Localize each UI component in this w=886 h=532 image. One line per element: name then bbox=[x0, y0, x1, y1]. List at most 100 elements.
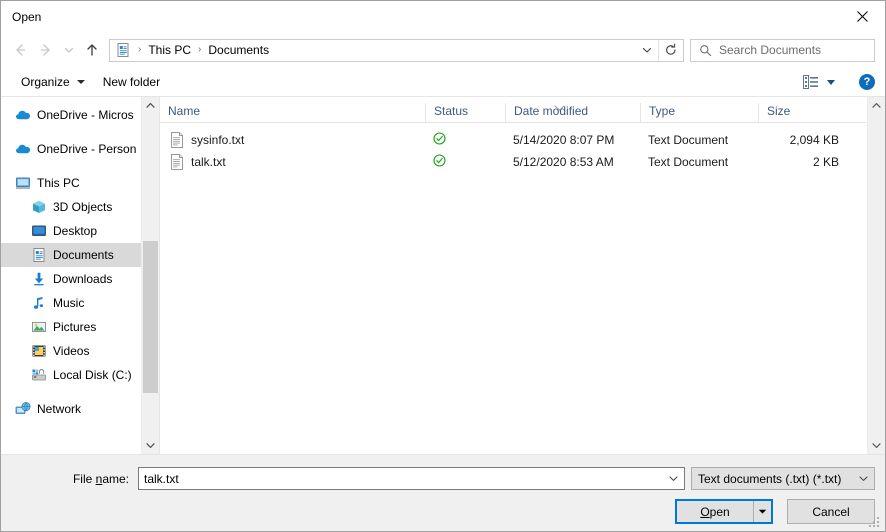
sidebar-item-onedrive-microsoft[interactable]: OneDrive - Micros bbox=[1, 103, 141, 127]
open-dropdown-button[interactable] bbox=[754, 501, 771, 522]
sidebar-scroll-down-button[interactable] bbox=[142, 437, 159, 454]
file-status-cell bbox=[425, 154, 505, 170]
table-row[interactable]: talk.txt 5/12/2020 8:53 AM Text Doc bbox=[160, 151, 867, 173]
arrow-right-icon bbox=[38, 42, 54, 58]
videos-icon bbox=[31, 343, 47, 359]
chevron-up-icon bbox=[146, 102, 155, 109]
open-file-dialog: Open bbox=[0, 0, 886, 532]
file-rows: sysinfo.txt 5/14/2020 8:07 PM Text bbox=[160, 123, 867, 454]
help-icon: ? bbox=[864, 77, 871, 88]
breadcrumb-item-this-pc[interactable]: This PC bbox=[145, 43, 194, 57]
resize-grip-icon[interactable] bbox=[869, 515, 881, 527]
sidebar-scroll-up-button[interactable] bbox=[142, 97, 159, 114]
sidebar-item-music[interactable]: Music bbox=[1, 291, 141, 315]
sidebar-item-label: Documents bbox=[53, 248, 114, 262]
sidebar-item-network[interactable]: Network bbox=[1, 397, 141, 421]
organize-button[interactable]: Organize bbox=[15, 72, 91, 92]
sidebar-list: OneDrive - Micros OneDrive - Person bbox=[1, 97, 141, 454]
sidebar-item-label: 3D Objects bbox=[53, 200, 112, 214]
file-date-modified-cell: 5/12/2020 8:53 AM bbox=[505, 155, 640, 169]
sidebar-scroll-thumb[interactable] bbox=[143, 241, 158, 393]
refresh-button[interactable] bbox=[658, 40, 683, 61]
column-header-label: Date modified bbox=[514, 104, 588, 118]
breadcrumb-separator: › bbox=[134, 45, 145, 55]
column-headers: Name Status Date modified Type Size bbox=[160, 97, 867, 123]
file-size-cell: 2 KB bbox=[758, 155, 851, 169]
sidebar-scroll-track[interactable] bbox=[142, 114, 159, 437]
recent-locations-button[interactable] bbox=[59, 37, 79, 63]
sidebar-item-local-disk-c[interactable]: Local Disk (C:) bbox=[1, 363, 141, 387]
sidebar-item-this-pc[interactable]: This PC bbox=[1, 171, 141, 195]
file-type-cell: Text Document bbox=[640, 155, 758, 169]
file-name-input-wrapper[interactable] bbox=[138, 467, 685, 490]
file-type-cell: Text Document bbox=[640, 133, 758, 147]
file-list-scroll-down-button[interactable] bbox=[868, 437, 885, 454]
file-name-dropdown-button[interactable] bbox=[663, 468, 684, 489]
open-button[interactable]: Open bbox=[677, 501, 754, 522]
file-list-scroll-up-button[interactable] bbox=[868, 97, 885, 114]
sidebar-gap bbox=[1, 127, 141, 137]
address-bar[interactable]: › This PC › Documents bbox=[109, 39, 684, 62]
refresh-icon bbox=[664, 43, 678, 57]
chevron-down-icon bbox=[872, 442, 881, 449]
cancel-button[interactable]: Cancel bbox=[787, 499, 875, 524]
breadcrumb-item-documents[interactable]: Documents bbox=[205, 43, 272, 57]
address-dropdown-button[interactable] bbox=[636, 40, 658, 61]
forward-button[interactable] bbox=[33, 37, 59, 63]
sidebar-item-desktop[interactable]: Desktop bbox=[1, 219, 141, 243]
file-type-filter-select[interactable]: Text documents (.txt) (*.txt) bbox=[691, 467, 875, 490]
local-disk-icon bbox=[31, 367, 47, 383]
open-button-group[interactable]: Open bbox=[675, 499, 773, 524]
chevron-down-icon bbox=[668, 473, 679, 484]
toolbar: Organize New folder ? bbox=[1, 68, 885, 97]
column-header-size[interactable]: Size bbox=[758, 103, 851, 122]
network-icon bbox=[15, 401, 31, 417]
file-name-cell[interactable]: talk.txt bbox=[160, 154, 425, 170]
sidebar-item-label: Desktop bbox=[53, 224, 97, 238]
search-input[interactable]: Search Documents bbox=[719, 43, 821, 57]
column-header-name[interactable]: Name bbox=[160, 103, 425, 122]
sidebar-item-documents[interactable]: Documents bbox=[1, 243, 141, 267]
column-header-status[interactable]: Status bbox=[425, 103, 505, 122]
3d-objects-icon bbox=[31, 199, 47, 215]
column-header-date-modified[interactable]: Date modified bbox=[505, 103, 640, 122]
chevron-down-icon bbox=[827, 80, 835, 85]
column-header-type[interactable]: Type bbox=[640, 103, 758, 122]
window-title: Open bbox=[1, 10, 41, 24]
file-name-label: sysinfo.txt bbox=[191, 133, 244, 147]
toolbar-right-group: ? bbox=[799, 73, 875, 91]
available-check-icon bbox=[433, 132, 446, 148]
back-button[interactable] bbox=[7, 37, 33, 63]
sidebar-item-onedrive-personal[interactable]: OneDrive - Person bbox=[1, 137, 141, 161]
sidebar-scrollbar[interactable] bbox=[141, 97, 159, 454]
close-button[interactable] bbox=[839, 1, 885, 31]
table-row[interactable]: sysinfo.txt 5/14/2020 8:07 PM Text bbox=[160, 129, 867, 151]
onedrive-cloud-icon bbox=[15, 107, 31, 123]
title-bar: Open bbox=[1, 1, 885, 32]
sidebar-item-label: Downloads bbox=[53, 272, 112, 286]
file-name-cell[interactable]: sysinfo.txt bbox=[160, 132, 425, 148]
up-button[interactable] bbox=[79, 37, 105, 63]
sort-indicator-icon bbox=[554, 104, 565, 113]
file-name-row: File name: Text documents (.txt) (*.txt) bbox=[1, 455, 885, 490]
sidebar-item-label: OneDrive - Micros bbox=[37, 108, 134, 122]
new-folder-button[interactable]: New folder bbox=[97, 72, 166, 92]
chevron-down-icon bbox=[641, 44, 653, 56]
close-icon bbox=[857, 11, 868, 22]
sidebar-item-downloads[interactable]: Downloads bbox=[1, 267, 141, 291]
organize-label: Organize bbox=[21, 75, 70, 89]
change-view-button[interactable] bbox=[799, 73, 839, 91]
text-file-icon bbox=[170, 154, 184, 170]
search-box[interactable]: Search Documents bbox=[690, 39, 875, 62]
sidebar-item-pictures[interactable]: Pictures bbox=[1, 315, 141, 339]
sidebar-item-label: OneDrive - Person bbox=[37, 142, 136, 156]
sidebar-item-videos[interactable]: Videos bbox=[1, 339, 141, 363]
file-list-pane: Name Status Date modified Type Size bbox=[160, 97, 885, 454]
help-button[interactable]: ? bbox=[859, 74, 875, 90]
file-list-scrollbar[interactable] bbox=[867, 97, 885, 454]
file-name-input[interactable] bbox=[139, 471, 663, 487]
sidebar-item-label: Videos bbox=[53, 344, 89, 358]
chevron-down-icon bbox=[852, 473, 874, 484]
sidebar-item-label: This PC bbox=[37, 176, 80, 190]
sidebar-item-3d-objects[interactable]: 3D Objects bbox=[1, 195, 141, 219]
